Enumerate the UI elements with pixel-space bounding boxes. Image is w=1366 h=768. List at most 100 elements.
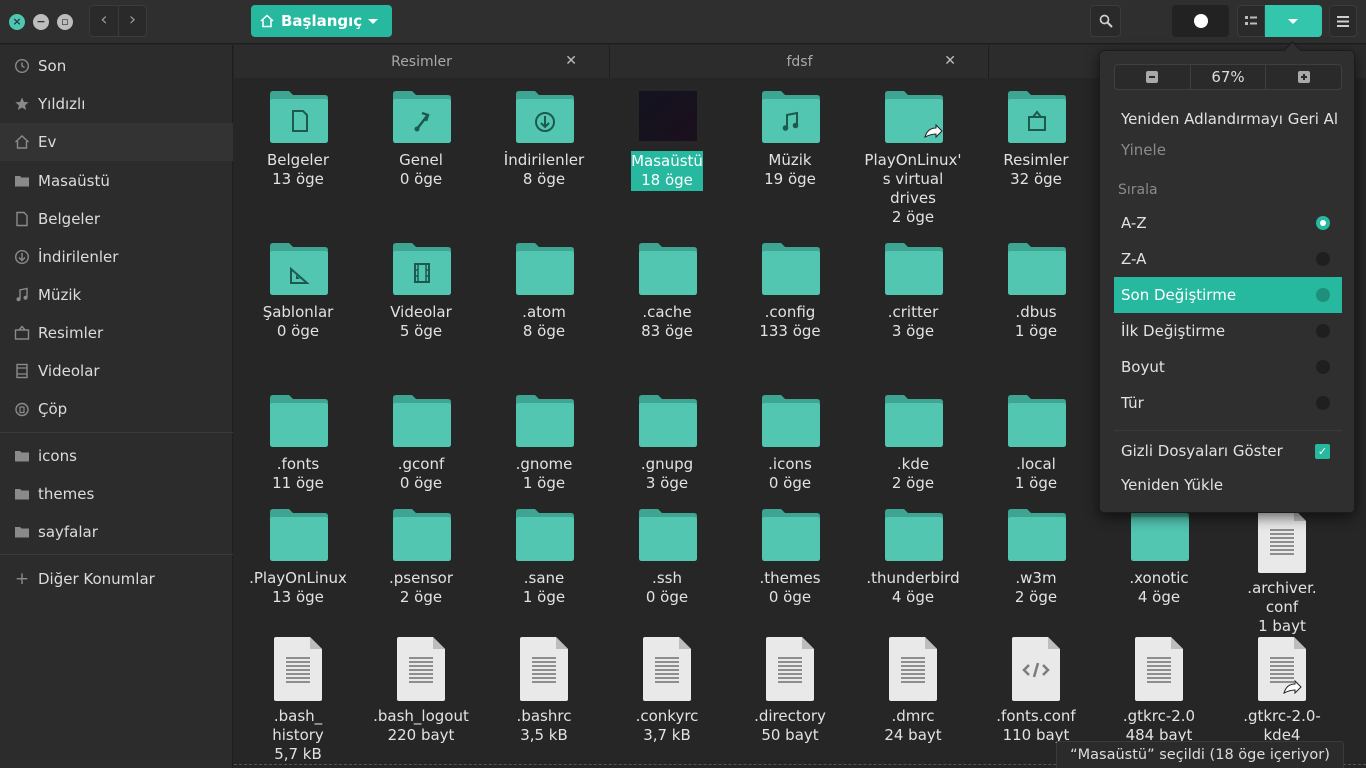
sidebar-item-8[interactable]: Videolar [0, 352, 233, 390]
text-file-icon [889, 637, 937, 701]
main-menu-button[interactable] [1329, 5, 1357, 37]
sort-option-2[interactable]: Son Değiştirme [1114, 277, 1342, 313]
item-name: .bash_ history [272, 707, 324, 744]
circle-button[interactable] [1172, 5, 1229, 37]
close-window-button[interactable]: × [9, 14, 25, 30]
close-icon[interactable]: ✕ [565, 53, 577, 69]
minimize-window-button[interactable]: − [33, 14, 49, 30]
item-name: .config [764, 303, 816, 321]
item-meta: 2 öge [399, 588, 443, 606]
folder-icon [885, 509, 943, 561]
folder-icon [762, 509, 820, 561]
folder-icon [885, 395, 943, 447]
maximize-window-button[interactable]: ▫ [57, 14, 73, 30]
list-view-button[interactable] [1237, 5, 1265, 37]
sidebar-item-0[interactable]: Son [0, 47, 233, 85]
view-buttons [1237, 5, 1322, 37]
radio-unchecked-icon[interactable] [1316, 360, 1330, 374]
item-label: .bashrc 3,5 kB [484, 707, 604, 745]
sidebar-item-5[interactable]: İndirilenler [0, 238, 233, 276]
tab-fdsf[interactable]: fdsf ✕ [611, 45, 989, 78]
sidebar-other-locations[interactable]: + Diğer Konumlar [0, 560, 233, 598]
redo-item[interactable]: Yinele [1114, 132, 1342, 168]
sort-option-0[interactable]: A-Z [1114, 205, 1342, 241]
back-button[interactable]: ‹ [90, 6, 118, 36]
sidebar-separator [0, 554, 233, 555]
forward-button[interactable]: › [117, 6, 146, 36]
item-name: .dbus [1015, 303, 1057, 321]
sidebar-item-2[interactable]: Ev [0, 123, 233, 161]
item-label: .archiver. conf 1 bayt [1222, 579, 1342, 636]
zoom-out-button[interactable] [1115, 65, 1190, 89]
sidebar-item-7[interactable]: Resimler [0, 314, 233, 352]
sidebar-other-label: Diğer Konumlar [38, 570, 155, 588]
sidebar-item-1[interactable]: Yıldızlı [0, 85, 233, 123]
show-hidden-files-item[interactable]: Gizli Dosyaları Göster ✓ [1114, 433, 1342, 469]
folder-pictures-icon [1008, 91, 1066, 143]
folder-videos-icon [393, 243, 451, 295]
radio-unchecked-icon[interactable] [1316, 288, 1330, 302]
folder-public-icon [393, 91, 451, 143]
item-name: .themes [759, 569, 821, 587]
sidebar-item-6[interactable]: Müzik [0, 276, 233, 314]
item-meta: 8 öge [522, 322, 566, 340]
radio-unchecked-icon[interactable] [1316, 252, 1330, 266]
home-icon [14, 134, 30, 150]
item-name: İndirilenler [503, 151, 585, 169]
radio-unchecked-icon[interactable] [1316, 396, 1330, 410]
folder-icon [270, 395, 328, 447]
sort-option-1[interactable]: Z-A [1114, 241, 1342, 277]
path-bar-home-button[interactable]: Başlangıç [251, 5, 392, 37]
item-label: Genel 0 öge [361, 151, 481, 189]
document-icon [14, 211, 30, 227]
item-label: .bash_ history 5,7 kB [238, 707, 358, 764]
view-options-button[interactable] [1265, 5, 1322, 37]
circle-icon [1193, 14, 1208, 28]
item-name: .atom [522, 303, 566, 321]
item-label: .dbus 1 öge [976, 303, 1096, 341]
reload-item[interactable]: Yeniden Yükle [1114, 467, 1342, 503]
folder-icon [393, 509, 451, 561]
home-icon [260, 14, 274, 28]
sidebar-bookmark-1[interactable]: themes [0, 475, 233, 513]
sidebar-item-4[interactable]: Belgeler [0, 200, 233, 238]
folder-icon [14, 173, 30, 189]
sort-option-label: İlk Değiştirme [1121, 322, 1226, 340]
item-label: .critter 3 öge [853, 303, 973, 341]
folder-icon [762, 243, 820, 295]
search-button[interactable] [1090, 5, 1121, 37]
folder-icon [393, 395, 451, 447]
item-name: .PlayOnLinux [249, 569, 347, 587]
sort-option-3[interactable]: İlk Değiştirme [1114, 313, 1342, 349]
zoom-level[interactable]: 67% [1189, 65, 1266, 89]
folder-icon [762, 395, 820, 447]
checkbox-checked-icon[interactable]: ✓ [1315, 444, 1330, 459]
item-label: .gconf 0 öge [361, 455, 481, 493]
item-meta: 4 öge [891, 588, 935, 606]
tab-resimler[interactable]: Resimler ✕ [234, 45, 610, 78]
sidebar-item-label: Çöp [38, 400, 68, 418]
folder-download-icon [516, 91, 574, 143]
item-meta: 0 öge [399, 474, 443, 492]
item-name: .thunderbird [866, 569, 960, 587]
sort-option-5[interactable]: Tür [1114, 385, 1342, 421]
sidebar-bookmark-2[interactable]: sayfalar [0, 513, 233, 551]
item-label: Şablonlar 0 öge [238, 303, 358, 341]
item-meta: 0 öge [276, 322, 320, 340]
pictures-icon [14, 325, 30, 341]
music-icon [14, 287, 30, 303]
sidebar-bookmark-0[interactable]: icons [0, 437, 233, 475]
sidebar-item-9[interactable]: Çöp [0, 390, 233, 428]
close-icon[interactable]: ✕ [944, 53, 956, 69]
item-meta: 18 öge [641, 171, 693, 189]
sort-option-4[interactable]: Boyut [1114, 349, 1342, 385]
radio-checked-icon[interactable] [1316, 216, 1330, 230]
zoom-in-button[interactable] [1265, 65, 1341, 89]
item-label: .directory 50 bayt [730, 707, 850, 745]
sidebar-item-label: Masaüstü [38, 172, 110, 190]
sidebar-item-3[interactable]: Masaüstü [0, 162, 233, 200]
item-name: .gconf [397, 455, 445, 473]
radio-unchecked-icon[interactable] [1316, 324, 1330, 338]
item-meta: 13 öge [272, 170, 324, 188]
item-name: .archiver. conf [1247, 579, 1317, 616]
